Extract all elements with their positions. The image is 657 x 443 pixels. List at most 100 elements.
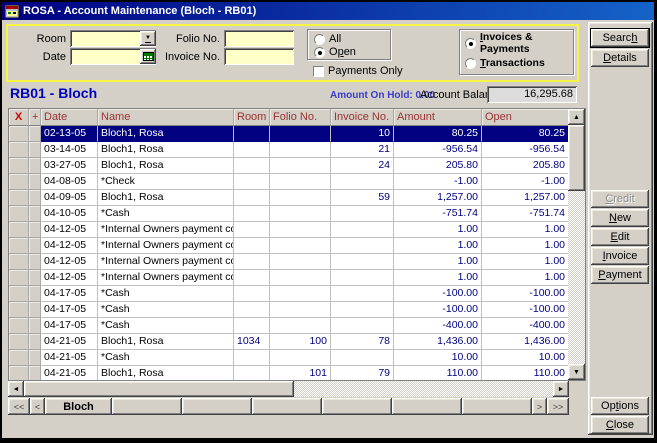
row-selector-cell[interactable] [9, 158, 29, 174]
row-selector-cell[interactable] [9, 254, 29, 270]
row-selector-cell[interactable] [9, 174, 29, 190]
row-selector-cell[interactable] [9, 366, 29, 380]
table-row[interactable]: 04-17-05*Cash-400.00-400.00 [9, 318, 568, 334]
tab-nav-next-button[interactable]: > [532, 398, 547, 415]
radio-invoices-payments[interactable]: Invoices & Payments [465, 37, 573, 49]
grid-body: 02-13-05Bloch1, Rosa1080.2580.2503-14-05… [9, 126, 568, 380]
details-button[interactable]: Details [591, 49, 649, 67]
row-expand-cell[interactable] [29, 142, 41, 158]
row-expand-cell[interactable] [29, 158, 41, 174]
row-expand-cell[interactable] [29, 190, 41, 206]
table-row[interactable]: 04-21-05Bloch1, Rosa1034100781,436.001,4… [9, 334, 568, 350]
grid-header-col-amount[interactable]: Amount [394, 109, 482, 126]
vertical-scrollbar[interactable]: ▲ ▼ [568, 109, 585, 380]
scroll-up-button[interactable]: ▲ [568, 109, 585, 125]
grid-header-col-open[interactable]: Open [482, 109, 568, 126]
table-row[interactable]: 04-12-05*Internal Owners payment code1.0… [9, 254, 568, 270]
row-selector-cell[interactable] [9, 286, 29, 302]
edit-button[interactable]: Edit [591, 228, 649, 246]
row-selector-cell[interactable] [9, 238, 29, 254]
horizontal-scroll-track[interactable] [24, 381, 553, 397]
tab-empty[interactable] [252, 398, 322, 415]
row-expand-cell[interactable] [29, 302, 41, 318]
row-selector-cell[interactable] [9, 126, 29, 142]
vertical-scroll-track[interactable] [568, 125, 585, 364]
invoice-button[interactable]: Invoice [591, 247, 649, 265]
radio-transactions[interactable]: Transactions [465, 57, 545, 69]
row-expand-cell[interactable] [29, 174, 41, 190]
scroll-left-button[interactable]: ◄ [8, 381, 24, 397]
invoice-no-input[interactable] [224, 48, 294, 65]
row-selector-cell[interactable] [9, 302, 29, 318]
row-selector-cell[interactable] [9, 270, 29, 286]
table-row[interactable]: 04-09-05Bloch1, Rosa591,257.001,257.00 [9, 190, 568, 206]
table-row[interactable]: 04-21-05*Cash10.0010.00 [9, 350, 568, 366]
tab-empty[interactable] [322, 398, 392, 415]
folio-input[interactable] [224, 30, 294, 47]
table-row[interactable]: 04-10-05*Cash-751.74-751.74 [9, 206, 568, 222]
search-button[interactable]: Search [591, 29, 649, 47]
tab-empty[interactable] [462, 398, 532, 415]
row-selector-cell[interactable] [9, 142, 29, 158]
tab-nav-prev-button[interactable]: < [30, 398, 45, 415]
table-row[interactable]: 03-14-05Bloch1, Rosa21-956.54-956.54 [9, 142, 568, 158]
row-selector-cell[interactable] [9, 190, 29, 206]
row-expand-cell[interactable] [29, 254, 41, 270]
horizontal-scroll-thumb[interactable] [24, 381, 294, 397]
room-dropdown-button[interactable]: ▼ [140, 31, 156, 46]
row-expand-cell[interactable] [29, 334, 41, 350]
horizontal-scrollbar[interactable]: ◄ ► [8, 381, 569, 397]
table-row[interactable]: 03-27-05Bloch1, Rosa24205.80205.80 [9, 158, 568, 174]
tab-bloch[interactable]: Bloch [45, 398, 112, 415]
table-row[interactable]: 04-08-05*Check-1.00-1.00 [9, 174, 568, 190]
table-row[interactable]: 04-12-05*Internal Owners payment code1.0… [9, 222, 568, 238]
row-selector-cell[interactable] [9, 334, 29, 350]
options-button[interactable]: Options [591, 397, 649, 415]
tab-nav-first-button[interactable]: << [8, 398, 30, 415]
row-expand-cell[interactable] [29, 286, 41, 302]
scroll-down-button[interactable]: ▼ [568, 364, 585, 380]
payments-only-checkbox[interactable]: Payments Only [313, 65, 403, 77]
tab-empty[interactable] [182, 398, 252, 415]
row-selector-cell[interactable] [9, 318, 29, 334]
close-button[interactable]: Close [591, 416, 649, 434]
table-row[interactable]: 04-21-05Bloch1, Rosa10179110.00110.00 [9, 366, 568, 380]
grid-header-col-name[interactable]: Name [98, 109, 234, 126]
grid-header-col-date[interactable]: Date [41, 109, 98, 126]
radio-all[interactable]: All [314, 33, 341, 45]
tab-empty[interactable] [392, 398, 462, 415]
row-expand-cell[interactable] [29, 206, 41, 222]
scope-groupbox: All Open [307, 29, 391, 60]
row-selector-cell[interactable] [9, 222, 29, 238]
table-row[interactable]: 04-12-05*Internal Owners payment code1.0… [9, 270, 568, 286]
table-row[interactable]: 04-17-05*Cash-100.00-100.00 [9, 302, 568, 318]
scroll-right-button[interactable]: ► [553, 381, 569, 397]
date-cell: 04-21-05 [41, 334, 98, 350]
table-row[interactable]: 04-12-05*Internal Owners payment code1.0… [9, 238, 568, 254]
grid-header-col-folio-no[interactable]: Folio No. [270, 109, 331, 126]
grid-header-col-x[interactable]: X [9, 109, 29, 126]
grid-header-col-plus[interactable]: + [29, 109, 41, 126]
vertical-scroll-thumb[interactable] [568, 125, 585, 191]
row-expand-cell[interactable] [29, 318, 41, 334]
row-selector-cell[interactable] [9, 350, 29, 366]
row-expand-cell[interactable] [29, 126, 41, 142]
table-row[interactable]: 02-13-05Bloch1, Rosa1080.2580.25 [9, 126, 568, 142]
row-selector-cell[interactable] [9, 206, 29, 222]
title-bar[interactable]: ROSA - Account Maintenance (Bloch - RB01… [2, 2, 654, 20]
payment-button[interactable]: Payment [591, 266, 649, 284]
invoice-cell [331, 206, 394, 222]
row-expand-cell[interactable] [29, 270, 41, 286]
new-button[interactable]: New [591, 209, 649, 227]
grid-header-col-invoice-no[interactable]: Invoice No. [331, 109, 394, 126]
row-expand-cell[interactable] [29, 238, 41, 254]
tab-nav-last-button[interactable]: >> [547, 398, 569, 415]
radio-open[interactable]: Open [314, 46, 356, 58]
table-row[interactable]: 04-17-05*Cash-100.00-100.00 [9, 286, 568, 302]
tab-empty[interactable] [112, 398, 182, 415]
row-expand-cell[interactable] [29, 350, 41, 366]
row-expand-cell[interactable] [29, 366, 41, 380]
grid-header-col-room[interactable]: Room [234, 109, 270, 126]
folio-cell [270, 302, 331, 318]
row-expand-cell[interactable] [29, 222, 41, 238]
